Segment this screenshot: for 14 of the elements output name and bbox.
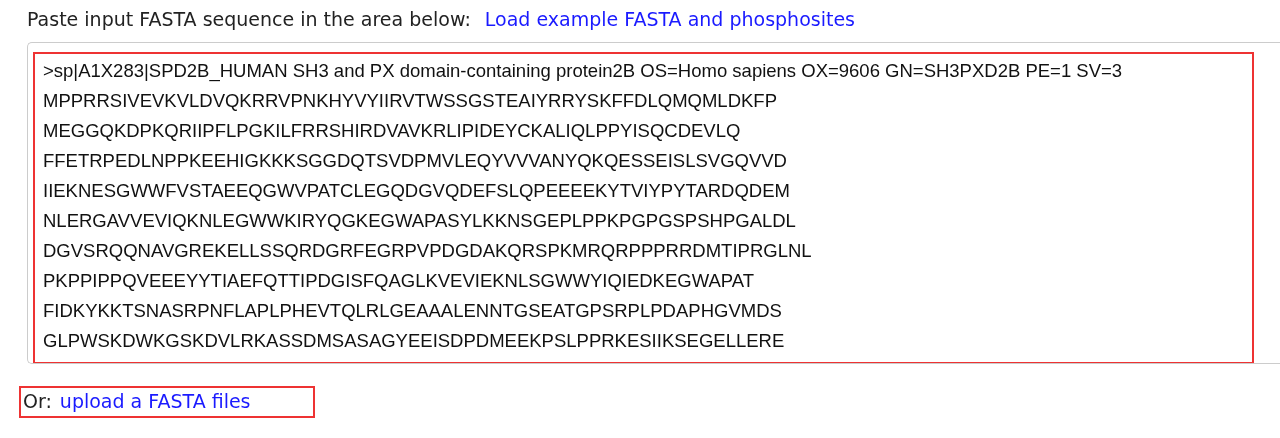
upload-file-link[interactable]: upload a FASTA files <box>59 390 251 412</box>
sequence-line: PKPPIPPQVEEEYYTIAEFQTTIPDGISFQAGLKVEVIEKNLSGWWYIQIEDKEGWAPAT <box>43 269 756 293</box>
sequence-line: >sp|A1X283|SPD2B_HUMAN SH3 and PX domain-containing protein2B OS=Homo sapiens OX=9606 GN=SH3PXD2B PE=1 SV=3 <box>43 59 1124 84</box>
sequence-line: IIEKNESGWWFVSTAEEQGWVPATCLEGQDGVQDEFSLQPEEEEKYTVIYPYTARDQDEM <box>43 179 791 203</box>
sequence-line: MPPRRSIVEVKVLDVQKRRVPNKHYVYIIRVTWSSGSTEAIYRRYSKFFDLQMQMLDKFP <box>43 89 778 113</box>
sequence-line: GLPWSKDWKGSKDVLRKASSDMSASAGYEEISDPDMEEKPSLPPRKESIIKSEGELLERE <box>43 329 786 353</box>
sequence-line: DGVSRQQNAVGREKELLSSQRDGRFEGRPVPDGDAKQRSPKMRQRPPPRRDMTIPRGLNL <box>43 239 813 263</box>
load-example-link[interactable]: Load example FASTA and phosphosites <box>484 8 855 30</box>
or-label: Or: <box>23 390 52 412</box>
prompt-label: Paste input FASTA sequence in the area below: <box>27 8 471 30</box>
sequence-line: NLERGAVVEVIQKNLEGWWKIRYQGKEGWAPASYLKKNSGEPLPPKPGPGSPSHPGALDL <box>43 209 797 233</box>
sequence-line: FIDKYKKTSNASRPNFLAPLPHEVTQLRLGEAAALENNTGSEATGPSRPLPDAPHGVMDS <box>43 299 783 323</box>
sequence-line: MEGGQKDPKQRIIPFLPGKILFRRSHIRDVAVKRLIPIDEYCKALIQLPPYISQCDEVLQ <box>43 119 742 143</box>
sequence-line: FFETRPEDLNPPKEEHIGKKKSGGDQTSVDPMVLEQYVVVANYQKQESSEISLSVGQVVD <box>43 149 788 173</box>
